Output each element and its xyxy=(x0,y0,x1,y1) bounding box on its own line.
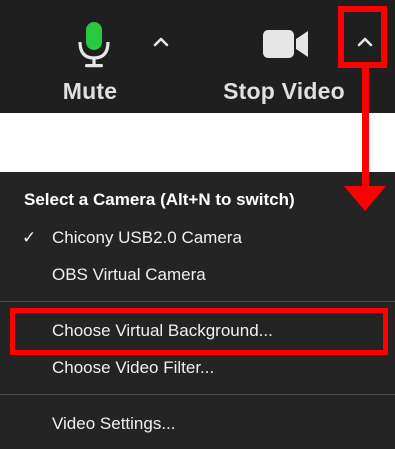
menu-item-choose-video-filter[interactable]: Choose Video Filter... xyxy=(0,350,395,386)
meeting-toolbar: Mute Stop Video xyxy=(0,0,395,113)
stop-video-label: Stop Video xyxy=(223,78,345,104)
menu-item-label: OBS Virtual Camera xyxy=(52,265,206,284)
menu-header-label: Select a Camera (Alt+N to switch) xyxy=(24,190,295,209)
mute-button[interactable]: Mute xyxy=(52,0,162,113)
menu-item-label: Chicony USB2.0 Camera xyxy=(52,228,242,247)
mute-label: Mute xyxy=(62,78,118,104)
menu-header-select-camera: Select a Camera (Alt+N to switch) xyxy=(0,182,395,218)
video-camera-icon xyxy=(263,30,308,58)
checkmark-icon: ✓ xyxy=(22,228,37,247)
audio-options-chevron-up-icon[interactable] xyxy=(150,32,172,52)
menu-item-label: Video Settings... xyxy=(52,414,176,433)
menu-divider xyxy=(0,394,395,395)
menu-item-label: Choose Video Filter... xyxy=(52,358,215,377)
annotation-arrow-down-icon xyxy=(344,186,386,211)
annotation-arrow-shaft xyxy=(362,68,369,188)
menu-item-video-settings[interactable]: Video Settings... xyxy=(0,406,395,442)
highlight-box-video-chevron xyxy=(338,6,387,68)
highlight-box-virtual-background xyxy=(10,308,388,355)
zoom-video-menu-screenshot: Mute Stop Video Select a Camera (Alt+N t… xyxy=(0,0,395,449)
microphone-icon xyxy=(78,22,110,68)
menu-item-obs-virtual-camera[interactable]: OBS Virtual Camera xyxy=(0,257,395,293)
menu-item-chicony-camera[interactable]: ✓ Chicony USB2.0 Camera xyxy=(0,220,395,256)
menu-divider xyxy=(0,301,395,302)
